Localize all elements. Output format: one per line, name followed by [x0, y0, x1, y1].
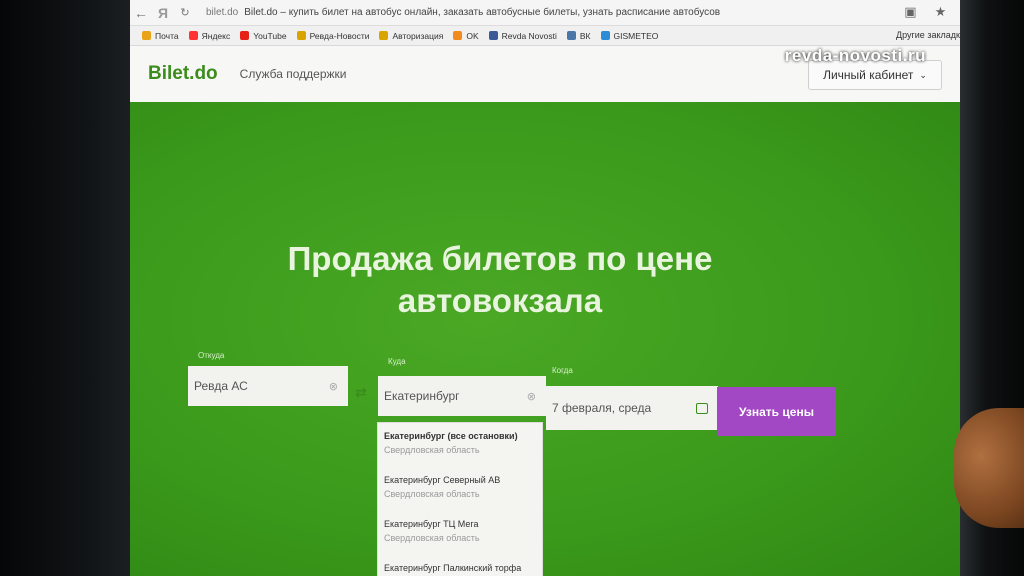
to-value: Екатеринбург — [384, 389, 460, 403]
hero-title-line2: автовокзала — [397, 282, 603, 319]
swap-icon[interactable]: ⇄ — [355, 384, 367, 401]
suggestion-item[interactable]: Екатеринбург Палкинский торфа — [378, 555, 542, 576]
bookmark-item[interactable]: Ревда-Новости — [296, 30, 370, 41]
to-field[interactable]: Екатеринбург ⊗ — [378, 376, 546, 416]
bookmark-icon — [488, 31, 498, 40]
bookmark-label: Авторизация — [392, 30, 444, 41]
bookmarks-bar: Почта Яндекс YouTube Ревда-Новости Авторизац… — [130, 26, 980, 46]
monitor-bezel-left — [0, 0, 132, 576]
suggestion-region: Свердловская область — [384, 489, 480, 499]
bookmark-icon — [296, 31, 306, 40]
suggestion-city: Екатеринбург Северный АВ — [384, 475, 501, 485]
bookmark-item[interactable]: GISMETEO — [600, 30, 659, 41]
to-label: Куда — [388, 357, 406, 366]
from-label: Откуда — [198, 351, 225, 360]
bookmark-icon — [188, 31, 198, 40]
search-prices-button[interactable]: Узнать цены — [717, 387, 836, 436]
bookmark-item[interactable]: Revda Novosti — [488, 30, 557, 41]
chevron-down-icon: ⌄ — [919, 69, 927, 80]
from-value: Ревда АС — [194, 379, 248, 393]
bookmark-icon — [240, 31, 250, 40]
suggestion-city: Екатеринбург (все остановки) — [384, 431, 518, 441]
bookmark-item[interactable]: OK — [453, 30, 479, 41]
bookmark-icon — [453, 31, 463, 40]
bookmark-icon — [600, 31, 610, 40]
bookmark-icon — [566, 31, 576, 40]
bookmark-icon — [379, 31, 389, 40]
site-logo[interactable]: Bilet.do — [148, 63, 218, 85]
suggestion-item[interactable]: Екатеринбург Северный АВ Свердловская обл… — [378, 467, 542, 511]
bookmark-item[interactable]: Почта — [142, 31, 179, 41]
date-field[interactable]: 7 февраля, среда — [546, 386, 718, 430]
suggestion-item[interactable]: Екатеринбург (все остановки) Свердловская… — [378, 423, 542, 467]
account-label: Личный кабинет — [823, 68, 914, 82]
clear-icon[interactable]: ⊗ — [527, 390, 536, 403]
suggestion-item[interactable]: Екатеринбург ТЦ Мега Свердловская область — [378, 511, 542, 555]
address-bar: ← Я ↻ bilet.do Bilet.do – купить билет н… — [130, 0, 980, 26]
browser-screen: ← Я ↻ bilet.do Bilet.do – купить билет н… — [130, 0, 980, 576]
suggestion-city: Екатеринбург ТЦ Мега — [384, 519, 479, 529]
bookmark-label: Ревда-Новости — [309, 30, 370, 41]
watermark: revda-novosti.ru — [784, 46, 926, 65]
hero-banner — [130, 102, 970, 576]
destination-suggestions: Екатеринбург (все остановки) Свердловская… — [377, 422, 543, 576]
clear-icon[interactable]: ⊗ — [329, 380, 338, 393]
back-icon[interactable]: ← — [130, 5, 152, 21]
bookmark-label: OK — [466, 30, 479, 41]
bookmark-label: ВК — [579, 30, 591, 41]
bookmark-item[interactable]: YouTube — [240, 30, 287, 41]
bookmark-icon — [142, 31, 151, 40]
bookmark-label: GISMETEO — [613, 30, 659, 41]
calendar-icon[interactable] — [696, 402, 708, 414]
reload-icon[interactable]: ↻ — [174, 6, 196, 19]
bookmark-label: YouTube — [253, 30, 287, 41]
suggestion-region: Свердловская область — [384, 533, 480, 543]
bookmark-item[interactable]: ВК — [566, 30, 591, 41]
hero-title-line1: Продажа билетов по цене — [287, 240, 713, 277]
bookmark-item[interactable]: Яндекс — [188, 30, 231, 41]
suggestion-city: Екатеринбург Палкинский торфа — [384, 563, 522, 573]
reader-icon[interactable]: ▣ — [904, 4, 916, 20]
from-field[interactable]: Ревда АС ⊗ — [188, 366, 348, 406]
wooden-object — [954, 408, 1024, 528]
yandex-icon: Я — [157, 4, 169, 21]
suggestion-region: Свердловская область — [384, 445, 480, 455]
bookmark-label: Revda Novosti — [501, 30, 557, 41]
bookmark-item[interactable]: Авторизация — [379, 31, 443, 41]
when-label: Когда — [552, 366, 573, 375]
url-host[interactable]: bilet.do — [206, 7, 238, 18]
date-value: 7 февраля, среда — [552, 401, 652, 415]
support-link[interactable]: Служба поддержки — [240, 67, 347, 81]
page-title: Bilet.do – купить билет на автобус онлай… — [244, 7, 721, 18]
star-icon[interactable]: ★ — [935, 4, 947, 20]
hero-title: Продажа билетов по цене автовокзала — [250, 238, 750, 322]
bookmark-label: Почта — [155, 30, 179, 41]
bookmark-label: Яндекс — [201, 30, 231, 41]
